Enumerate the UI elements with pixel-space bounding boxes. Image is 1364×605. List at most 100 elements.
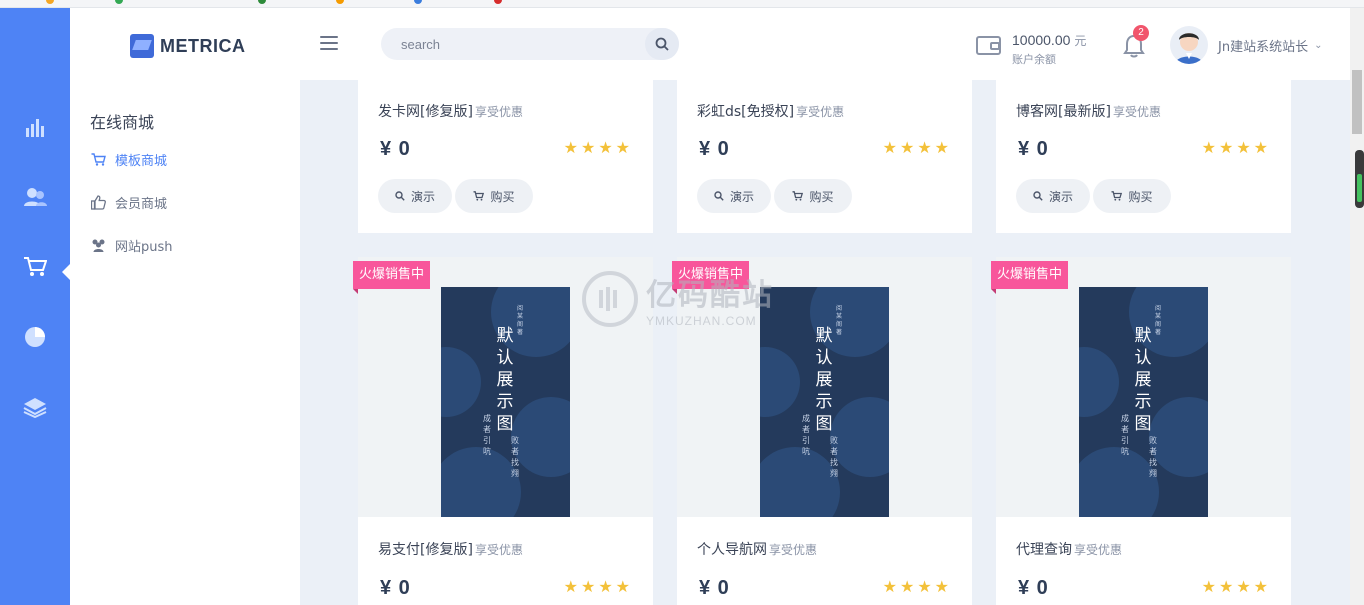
product-hint: 享受优惠 — [1112, 105, 1161, 119]
logo-icon — [130, 34, 154, 58]
cover-title: 默认展示图 — [815, 326, 833, 434]
layers-icon[interactable] — [20, 392, 50, 422]
cover-author: 阅某阁著 — [1155, 305, 1162, 336]
product-title[interactable]: 代理查询 享受优惠 — [1016, 539, 1122, 559]
product-card: 彩虹ds[免授权] 享受优惠 ¥ 0 ★★★★ 演示 购买 — [677, 80, 972, 233]
product-price: ¥ 0 — [699, 577, 730, 599]
demo-button[interactable]: 演示 — [697, 179, 771, 213]
product-card: 博客网[最新版] 享受优惠 ¥ 0 ★★★★ 演示 购买 — [996, 80, 1291, 233]
product-thumbnail[interactable]: 默认展示图 成者引吭 败者找翙 阅某阁著 火爆销售中 — [991, 257, 1291, 517]
user-name: Jn建站系统站长 — [1218, 39, 1309, 55]
product-price: ¥ 0 — [1018, 577, 1049, 599]
pie-chart-icon[interactable] — [20, 322, 50, 352]
cover-title: 默认展示图 — [1134, 326, 1152, 434]
product-title[interactable]: 彩虹ds[免授权] 享受优惠 — [697, 101, 844, 121]
cover-side-text: 成者引吭 — [483, 414, 491, 456]
rating-stars: ★★★★ — [882, 577, 952, 596]
product-thumbnail[interactable]: 默认展示图 成者引吭 败者找翙 阅某阁著 火爆销售中 — [672, 257, 972, 517]
rating-stars: ★★★★ — [563, 138, 633, 157]
rating-stars: ★★★★ — [563, 577, 633, 596]
cart-icon[interactable] — [20, 252, 50, 282]
product-hint: 享受优惠 — [796, 105, 845, 119]
wallet-icon — [976, 36, 1001, 55]
product-thumbnail[interactable]: 默认展示图 成者引吭 败者找翙 阅某阁著 火爆销售中 — [353, 257, 653, 517]
product-hint: 享受优惠 — [1074, 543, 1123, 557]
buy-button[interactable]: 购买 — [774, 179, 852, 213]
chevron-down-icon: ⌄ — [1314, 39, 1323, 51]
bookmark-icon[interactable] — [414, 0, 422, 4]
product-card: 发卡网[修复版] 享受优惠 ¥ 0 ★★★★ 演示 购买 — [358, 80, 653, 233]
bookmark-icon[interactable] — [258, 0, 266, 4]
subnav-title: 在线商城 — [90, 113, 155, 132]
search-input[interactable] — [381, 28, 643, 60]
product-title[interactable]: 个人导航网 享受优惠 — [697, 539, 817, 559]
product-price: ¥ 0 — [1018, 138, 1049, 160]
buy-button[interactable]: 购买 — [1093, 179, 1171, 213]
demo-button[interactable]: 演示 — [1016, 179, 1090, 213]
group-icon — [90, 237, 106, 253]
buy-button[interactable]: 购买 — [455, 179, 533, 213]
active-indicator — [62, 264, 70, 280]
wallet-balance[interactable]: 10000.00 元 账户余额 — [976, 30, 1086, 67]
logo[interactable]: METRICA — [130, 34, 246, 58]
subnav-item-member-store[interactable]: 会员商城 — [90, 192, 167, 212]
wallet-amount: 10000.00 — [1012, 32, 1071, 48]
cart-icon — [473, 191, 485, 201]
user-menu[interactable]: Jn建站系统站长 ⌄ — [1170, 26, 1322, 64]
search-icon — [655, 37, 669, 51]
cover-side-text: 成者引吭 — [802, 414, 810, 456]
page-scrollbar[interactable] — [1350, 8, 1364, 605]
avatar — [1170, 26, 1208, 64]
logo-text: METRICA — [160, 35, 246, 56]
cover-author: 阅某阁著 — [517, 305, 524, 336]
product-title[interactable]: 易支付[修复版] 享受优惠 — [378, 539, 523, 559]
product-card: 默认展示图 成者引吭 败者找翙 阅某阁著 火爆销售中 个人导航网 享受优惠 ¥ 0… — [672, 257, 972, 605]
search-button[interactable] — [645, 28, 679, 60]
wallet-unit: 元 — [1074, 34, 1087, 48]
book-cover-image: 默认展示图 成者引吭 败者找翙 阅某阁著 — [441, 287, 570, 517]
product-price: ¥ 0 — [380, 577, 411, 599]
bookmark-icon[interactable] — [336, 0, 344, 4]
scrollbar-thumb[interactable] — [1352, 70, 1362, 134]
demo-button[interactable]: 演示 — [378, 179, 452, 213]
product-card: 默认展示图 成者引吭 败者找翙 阅某阁著 火爆销售中 代理查询 享受优惠 ¥ 0 … — [991, 257, 1291, 605]
book-cover-image: 默认展示图 成者引吭 败者找翙 阅某阁著 — [1079, 287, 1208, 517]
thumbs-up-icon — [90, 194, 106, 210]
cover-author: 阅某阁著 — [836, 305, 843, 336]
book-cover-image: 默认展示图 成者引吭 败者找翙 阅某阁著 — [760, 287, 889, 517]
hot-sale-badge: 火爆销售中 — [672, 261, 750, 294]
subnav-item-label: 网站push — [115, 239, 173, 255]
search-icon — [395, 191, 405, 201]
bookmark-icon[interactable] — [494, 0, 502, 4]
hot-sale-badge: 火爆销售中 — [991, 261, 1069, 294]
subnav-item-label: 会员商城 — [115, 196, 168, 212]
notification-badge: 2 — [1133, 25, 1149, 41]
cover-side-text: 败者找翙 — [511, 436, 519, 478]
users-icon[interactable] — [20, 182, 50, 212]
product-hint: 享受优惠 — [474, 105, 523, 119]
bar-chart-icon[interactable] — [20, 112, 50, 142]
product-card: 默认展示图 成者引吭 败者找翙 阅某阁著 火爆销售中 易支付[修复版] 享受优惠 … — [353, 257, 653, 605]
top-bar: METRICA 10000.00元 账户余额 2 Jn建站系统站长 ⌄ — [70, 8, 1350, 80]
cover-side-text: 败者找翙 — [1149, 436, 1157, 478]
subnav-item-label: 模板商城 — [115, 153, 168, 169]
product-title[interactable]: 发卡网[修复版] 享受优惠 — [378, 101, 523, 121]
product-title[interactable]: 博客网[最新版] 享受优惠 — [1016, 101, 1161, 121]
search-box — [381, 28, 679, 60]
product-price: ¥ 0 — [380, 138, 411, 160]
search-icon — [1033, 191, 1043, 201]
product-price: ¥ 0 — [699, 138, 730, 160]
subnav-item-site-push[interactable]: 网站push — [90, 235, 173, 255]
menu-toggle-button[interactable] — [320, 36, 338, 52]
product-grid: 发卡网[修复版] 享受优惠 ¥ 0 ★★★★ 演示 购买 彩虹ds[免授权] 享受优… — [300, 80, 1350, 605]
cart-icon — [90, 151, 106, 167]
product-hint: 享受优惠 — [474, 543, 523, 557]
bookmark-icon[interactable] — [46, 0, 54, 4]
search-icon — [714, 191, 724, 201]
icon-rail — [0, 8, 70, 605]
floating-widget[interactable] — [1355, 150, 1364, 208]
subnav-item-template-store[interactable]: 模板商城 — [90, 149, 167, 169]
rating-stars: ★★★★ — [1201, 577, 1271, 596]
bookmark-icon[interactable] — [115, 0, 123, 4]
rating-stars: ★★★★ — [1201, 138, 1271, 157]
